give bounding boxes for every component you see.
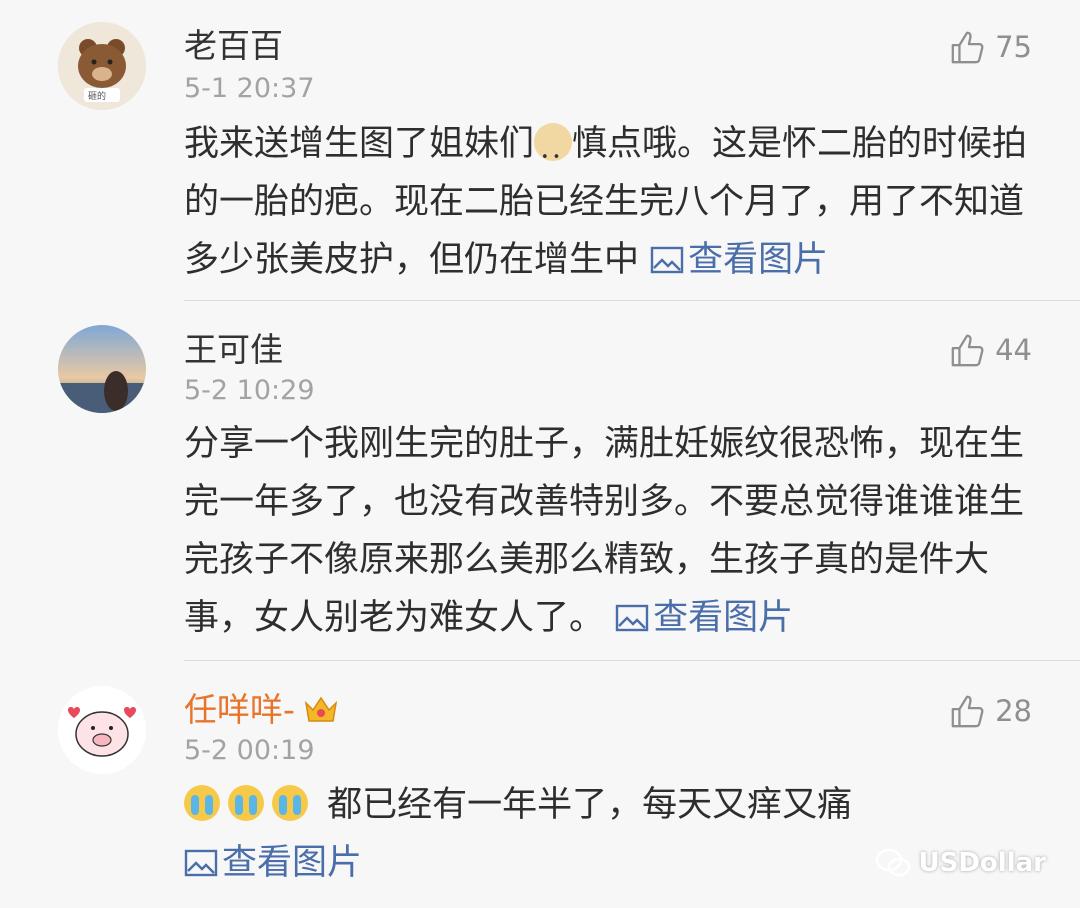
username[interactable]: 王可佳 [184,330,283,370]
view-image-label: 查看图片 [222,843,363,883]
watermark-text: USDollar [918,848,1046,878]
divider [184,300,1080,301]
thumbs-up-icon [951,695,984,728]
divider [184,660,1080,661]
view-image-label: 查看图片 [653,598,794,638]
crying-emoji-icon [272,785,308,821]
view-image-link[interactable]: 查看图片 [615,598,793,638]
like-button[interactable]: 28 [949,692,1032,730]
username[interactable]: 老百百 [184,26,283,66]
crown-icon [304,696,338,722]
avatar[interactable] [58,325,146,413]
doge-emoji-icon [534,123,573,187]
comment-text-part: 我来送增生图了姐妹们 [184,124,535,164]
username[interactable]: 任咩咩- [184,690,339,730]
crying-emoji-icon [228,785,264,821]
wechat-icon [875,848,910,877]
like-count: 75 [995,30,1032,64]
like-count: 28 [995,694,1032,728]
like-count: 44 [995,333,1032,367]
username-label: 任咩咩- [184,690,295,729]
crying-emoji-icon [184,785,220,821]
like-button[interactable]: 44 [949,331,1032,369]
image-icon [615,604,649,632]
thumbs-up-icon [951,31,984,64]
like-button[interactable]: 75 [949,28,1032,66]
svg-text:砸的: 砸的 [88,90,106,102]
timestamp: 5-2 00:19 [184,735,315,766]
comment-text: 我来送增生图了姐妹们慎点哦。这是怀二胎的时候拍的一胎的疤。现在二胎已经生完八个月… [184,115,1034,289]
thumbs-up-icon [951,334,984,367]
image-icon [184,849,218,877]
image-icon [650,246,684,274]
comment-text: 分享一个我刚生完的肚子，满肚妊娠纹很恐怖，现在生完一年多了，也没有改善特别多。不… [184,415,1034,647]
view-image-link[interactable]: 查看图片 [184,843,362,883]
comment-text-body: 都已经有一年半了，每天又痒又痛 [327,785,853,825]
view-image-label: 查看图片 [688,240,829,280]
avatar[interactable]: 砸的 [58,22,146,110]
timestamp: 5-2 10:29 [184,375,315,406]
watermark: USDollar [875,848,1046,878]
bear-avatar-icon: 砸的 [58,22,146,110]
comment-text-body: 分享一个我刚生完的肚子，满肚妊娠纹很恐怖，现在生完一年多了，也没有改善特别多。不… [184,424,1025,638]
view-image-link[interactable]: 查看图片 [650,240,828,280]
avatar[interactable] [58,686,146,774]
pig-avatar-icon [58,686,146,774]
timestamp: 5-1 20:37 [184,73,315,104]
sunset-avatar-icon [58,325,146,413]
